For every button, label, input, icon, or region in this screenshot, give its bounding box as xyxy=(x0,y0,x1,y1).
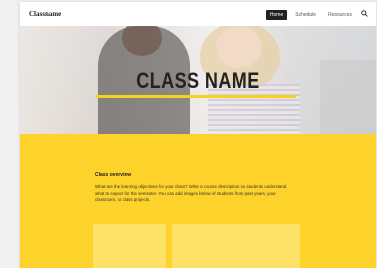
hero-photo-right-face xyxy=(216,26,262,68)
site-preview-card: Classname Home Schedule Resources CLASS … xyxy=(20,2,376,268)
hero-title: CLASS NAME xyxy=(136,68,260,93)
nav-item-home[interactable]: Home xyxy=(265,10,288,20)
hero-banner: CLASS NAME xyxy=(20,26,376,134)
site-header: Classname Home Schedule Resources xyxy=(20,2,376,26)
hero-title-underline xyxy=(96,95,296,98)
nav-item-schedule[interactable]: Schedule xyxy=(291,10,320,20)
site-brand[interactable]: Classname xyxy=(29,10,61,18)
site-nav: Home Schedule Resources xyxy=(265,10,356,20)
overview-section: Class overview What are the learning obj… xyxy=(20,134,376,268)
overview-heading: Class overview xyxy=(95,172,132,178)
image-placeholder-right xyxy=(172,224,300,268)
search-icon[interactable] xyxy=(361,10,368,17)
image-placeholder-left xyxy=(93,224,166,268)
nav-item-resources[interactable]: Resources xyxy=(324,10,356,20)
overview-body: What are the learning objectives for you… xyxy=(95,184,287,202)
